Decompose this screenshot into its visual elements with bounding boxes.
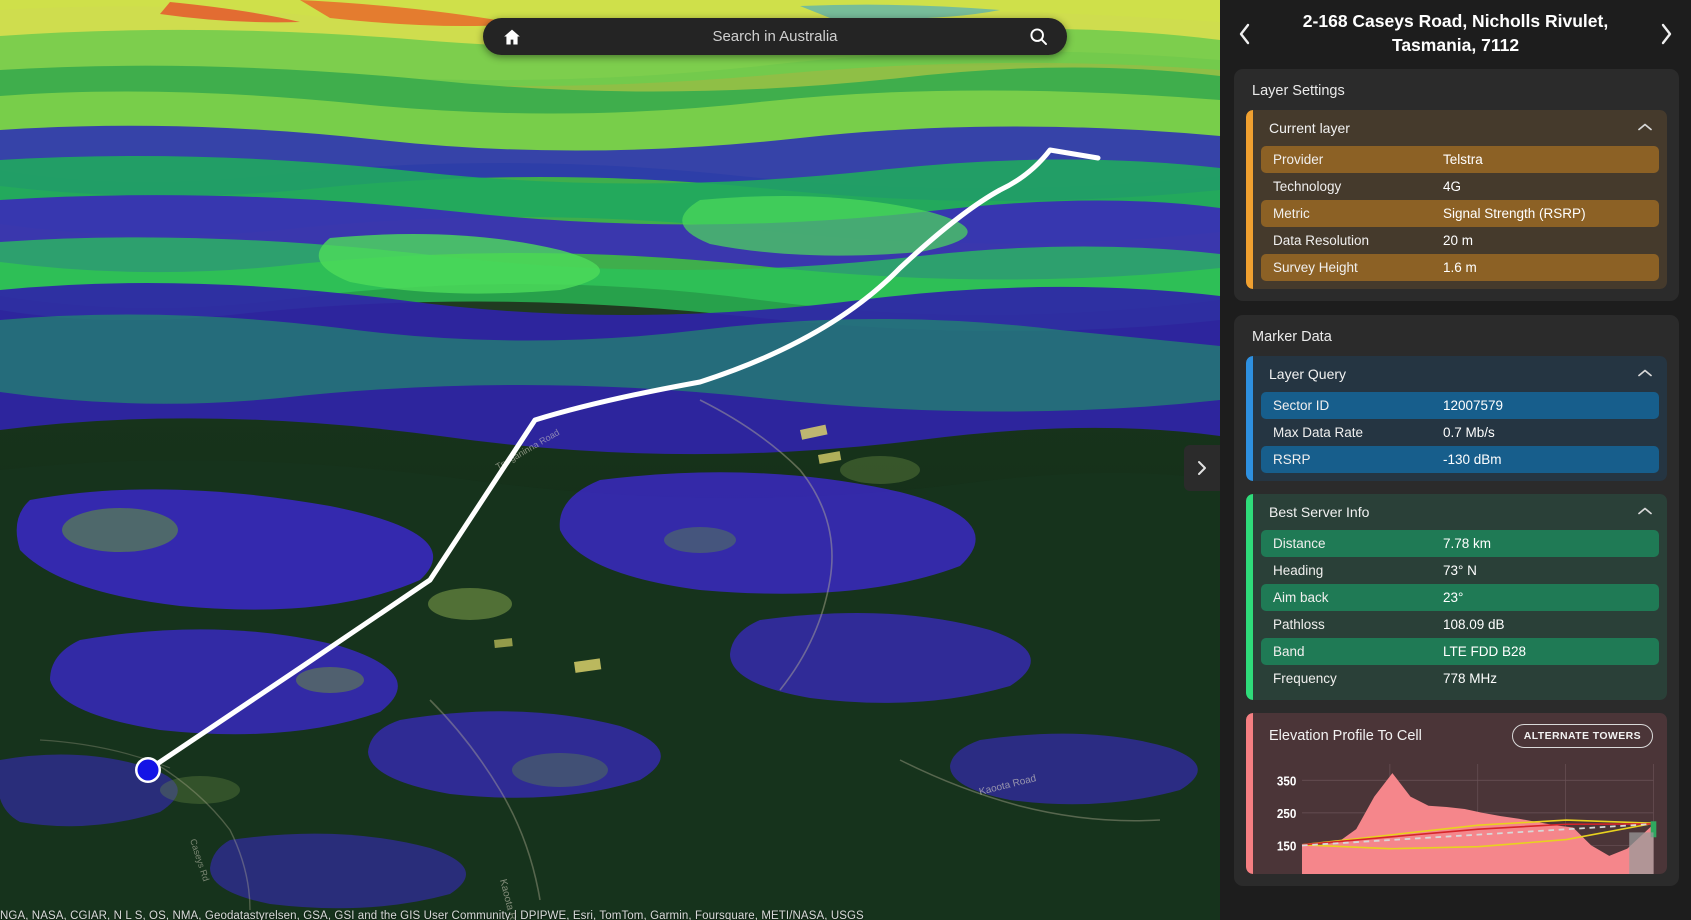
map-panel-toggle[interactable]	[1184, 445, 1220, 491]
chevron-up-icon[interactable]	[1637, 365, 1653, 383]
group-layer-query: Layer Query Sector ID 12007579 Max Data …	[1246, 356, 1667, 482]
row-key: RSRP	[1273, 452, 1311, 468]
table-row: Data Resolution 20 m	[1261, 227, 1659, 254]
row-key: Metric	[1273, 206, 1310, 222]
marker-data-card: Marker Data Layer Query Sector ID 120075…	[1234, 315, 1679, 887]
row-value: 778 MHz	[1443, 671, 1498, 687]
row-key: Provider	[1273, 152, 1324, 168]
chevron-up-icon[interactable]	[1637, 119, 1653, 137]
group-accent-bar-red	[1246, 713, 1253, 875]
group-label: Layer Query	[1269, 366, 1347, 383]
table-row: Technology 4G	[1261, 173, 1659, 200]
row-value: 73° N	[1443, 563, 1477, 579]
row-value: 108.09 dB	[1443, 617, 1505, 633]
elevation-profile-title: Elevation Profile To Cell	[1269, 728, 1422, 745]
search-input[interactable]	[525, 28, 1025, 45]
group-label: Best Server Info	[1269, 504, 1370, 521]
group-label: Current layer	[1269, 120, 1350, 137]
table-row: Band LTE FDD B28	[1261, 638, 1659, 666]
page-title: 2-168 Caseys Road, Nicholls Rivulet, Tas…	[1302, 11, 1609, 55]
table-row: RSRP -130 dBm	[1261, 446, 1659, 474]
row-key: Pathloss	[1273, 617, 1325, 633]
svg-text:250: 250	[1277, 807, 1297, 821]
group-best-server-info: Best Server Info Distance 7.78 km Headin…	[1246, 494, 1667, 701]
row-value: -130 dBm	[1443, 452, 1502, 468]
row-key: Aim back	[1273, 590, 1329, 606]
row-key: Max Data Rate	[1273, 425, 1364, 441]
row-value: 23°	[1443, 590, 1464, 606]
row-value: Signal Strength (RSRP)	[1443, 206, 1586, 222]
marker-data-title: Marker Data	[1252, 329, 1332, 346]
home-icon[interactable]	[499, 24, 525, 50]
search-bar[interactable]	[483, 18, 1067, 55]
group-header-layer-query[interactable]: Layer Query	[1253, 356, 1667, 392]
row-value: Telstra	[1443, 152, 1483, 168]
details-sidebar: 2-168 Caseys Road, Nicholls Rivulet, Tas…	[1220, 0, 1691, 920]
row-key: Frequency	[1273, 671, 1337, 687]
group-accent-bar-blue	[1246, 356, 1253, 482]
map-viewport[interactable]: Tru ganinna Road Kaoota Road Caseys Rd K…	[0, 0, 1220, 920]
elevation-profile-chart[interactable]: 150 250 350	[1253, 754, 1667, 875]
group-accent-bar-amber	[1246, 110, 1253, 290]
sidebar-header: 2-168 Caseys Road, Nicholls Rivulet, Tas…	[1220, 0, 1691, 69]
table-row: Max Data Rate 0.7 Mb/s	[1261, 419, 1659, 446]
current-layer-rows: Provider Telstra Technology 4G Metric Si…	[1253, 146, 1667, 289]
elevation-header: Elevation Profile To Cell ALTERNATE TOWE…	[1253, 713, 1667, 754]
row-value: 20 m	[1443, 233, 1474, 249]
row-key: Survey Height	[1273, 260, 1358, 276]
svg-text:350: 350	[1277, 774, 1297, 788]
row-key: Sector ID	[1273, 398, 1330, 414]
row-value: 4G	[1443, 179, 1462, 195]
table-row: Metric Signal Strength (RSRP)	[1261, 200, 1659, 228]
group-accent-bar-green	[1246, 494, 1253, 701]
prev-result-button[interactable]	[1228, 15, 1262, 53]
layer-settings-card: Layer Settings Current layer Provider Te…	[1234, 69, 1679, 302]
row-key: Band	[1273, 644, 1305, 660]
sidebar-scroll-region[interactable]: Layer Settings Current layer Provider Te…	[1220, 69, 1691, 920]
group-elevation-profile: Elevation Profile To Cell ALTERNATE TOWE…	[1246, 713, 1667, 875]
layer-query-rows: Sector ID 12007579 Max Data Rate 0.7 Mb/…	[1253, 392, 1667, 481]
row-value: 12007579	[1443, 398, 1504, 414]
chevron-up-icon[interactable]	[1637, 503, 1653, 521]
row-key: Heading	[1273, 563, 1324, 579]
table-row: Aim back 23°	[1261, 584, 1659, 612]
table-row: Frequency 778 MHz	[1261, 665, 1659, 692]
row-key: Distance	[1273, 536, 1326, 552]
table-row: Distance 7.78 km	[1261, 530, 1659, 558]
table-row: Pathloss 108.09 dB	[1261, 611, 1659, 638]
best-server-rows: Distance 7.78 km Heading 73° N Aim back …	[1253, 530, 1667, 700]
table-row: Heading 73° N	[1261, 557, 1659, 584]
alternate-towers-button[interactable]: ALTERNATE TOWERS	[1511, 724, 1653, 749]
svg-text:150: 150	[1277, 839, 1297, 853]
table-row: Provider Telstra	[1261, 146, 1659, 174]
row-key: Technology	[1273, 179, 1342, 195]
app-root: Tru ganinna Road Kaoota Road Caseys Rd K…	[0, 0, 1691, 920]
map-canvas[interactable]: Tru ganinna Road Kaoota Road Caseys Rd K…	[0, 0, 1220, 920]
row-value: 0.7 Mb/s	[1443, 425, 1495, 441]
next-result-button[interactable]	[1649, 15, 1683, 53]
row-value: 1.6 m	[1443, 260, 1477, 276]
layer-settings-title: Layer Settings	[1252, 83, 1345, 100]
group-header-best-server[interactable]: Best Server Info	[1253, 494, 1667, 530]
row-value: 7.78 km	[1443, 536, 1492, 552]
row-key: Data Resolution	[1273, 233, 1370, 249]
table-row: Survey Height 1.6 m	[1261, 254, 1659, 282]
table-row: Sector ID 12007579	[1261, 392, 1659, 420]
search-icon[interactable]	[1025, 24, 1051, 50]
row-value: LTE FDD B28	[1443, 644, 1527, 660]
group-header-current-layer[interactable]: Current layer	[1253, 110, 1667, 146]
group-current-layer: Current layer Provider Telstra Technolog…	[1246, 110, 1667, 290]
